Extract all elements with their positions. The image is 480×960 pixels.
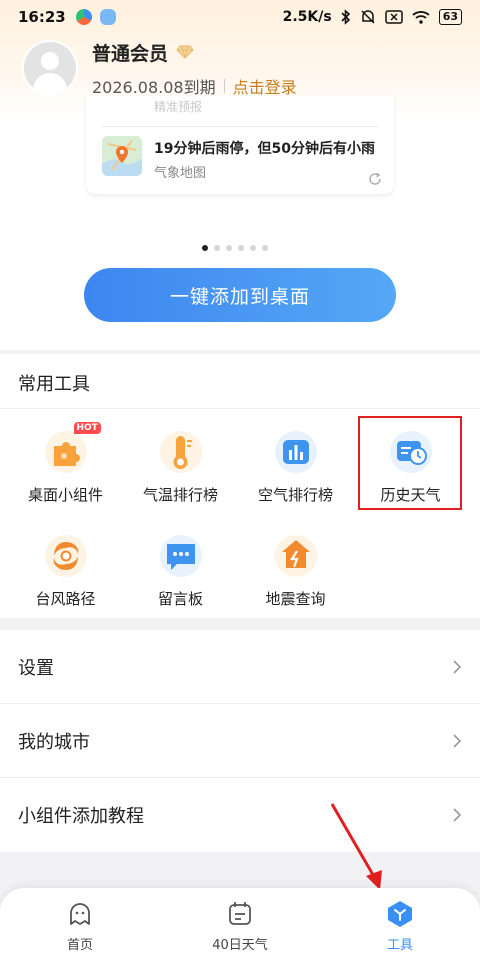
thermometer-icon (159, 431, 202, 473)
divider (223, 78, 225, 93)
bluetooth-icon (341, 9, 350, 25)
network-speed: 2.5K/s (282, 9, 332, 25)
chevron-right-icon (453, 808, 462, 822)
sim-disabled-icon (384, 10, 403, 24)
air-chart-icon (274, 431, 317, 473)
hot-badge: HOT (73, 422, 101, 434)
tool-label: 留言板 (157, 590, 203, 608)
member-expiry: 2026.08.08到期 (92, 77, 216, 97)
puzzle-icon (44, 431, 87, 473)
app-notification-icon (75, 9, 92, 25)
wifi-icon (412, 11, 430, 24)
widget-faded-title: 精准预报 (154, 100, 203, 114)
tool-label: 气温排行榜 (142, 486, 218, 504)
menu-item-my-cities[interactable]: 我的城市 (0, 704, 480, 778)
refresh-icon[interactable] (368, 172, 382, 186)
widget-title: 19分钟后雨停，但50分钟后有小雨 (154, 141, 375, 157)
status-right: 2.5K/s 63 (283, 9, 462, 25)
profile-header[interactable]: 普通会员 2026.08.08到期 点击登录 (22, 36, 462, 100)
settings-menu: 设置 我的城市 小组件添加教程 (0, 630, 480, 852)
annotation-highlight-box (358, 416, 462, 510)
typhoon-icon (44, 535, 87, 577)
battery-level: 63 (438, 9, 462, 25)
bottom-tab-bar: 首页 40日天气 工具 (0, 888, 480, 960)
member-expiry-row: 2026.08.08到期 点击登录 (92, 74, 297, 98)
profile-info: 普通会员 2026.08.08到期 点击登录 (92, 39, 297, 98)
add-to-desktop-button[interactable]: 一键添加到桌面 (84, 268, 396, 322)
calendar-icon (229, 902, 251, 925)
status-bar: 16:23 2.5K/s 63 (0, 0, 480, 34)
tab-label: 40日天气 (212, 938, 268, 953)
cloud-app-icon (99, 9, 116, 25)
status-time: 16:23 (18, 8, 66, 26)
section-title: 常用工具 (18, 374, 90, 395)
tool-earthquake-query[interactable]: 地震查询 (238, 534, 353, 624)
pager-dot (226, 245, 232, 251)
tool-air-ranking[interactable]: 空气排行榜 (238, 430, 353, 520)
tool-label: 台风路径 (35, 590, 96, 608)
widget-preview-card[interactable]: 精准预报 19分钟后雨停，但50分钟后有小雨 气象地图 (86, 96, 394, 194)
member-name-row: 普通会员 (92, 39, 297, 66)
member-name: 普通会员 (92, 42, 169, 65)
pager-dot (214, 245, 220, 251)
login-link[interactable]: 点击登录 (233, 74, 297, 98)
menu-item-settings[interactable]: 设置 (0, 630, 480, 704)
pager-dot (250, 245, 256, 251)
tool-label: 地震查询 (265, 590, 326, 608)
widget-subtitle: 气象地图 (154, 166, 207, 181)
tool-label: 桌面小组件 (27, 486, 103, 504)
pager-dot (202, 245, 208, 251)
divider (0, 408, 480, 409)
menu-item-widget-tutorial[interactable]: 小组件添加教程 (0, 778, 480, 852)
message-board-icon (159, 535, 202, 577)
pager-dot (238, 245, 244, 251)
pager-dot (262, 245, 268, 251)
chevron-right-icon (453, 733, 462, 748)
tool-message-board[interactable]: 留言板 (123, 534, 238, 624)
diamond-icon (176, 45, 194, 59)
tab-40-day-weather[interactable]: 40日天气 (160, 888, 320, 960)
tool-typhoon-path[interactable]: 台风路径 (8, 534, 123, 624)
earthquake-icon (274, 535, 317, 577)
avatar[interactable] (22, 40, 78, 96)
tool-label: 空气排行榜 (257, 486, 333, 504)
chevron-right-icon (453, 659, 462, 674)
tool-temperature-ranking[interactable]: 气温排行榜 (123, 430, 238, 520)
menu-item-label: 小组件添加教程 (18, 806, 144, 827)
tab-label: 工具 (386, 938, 413, 953)
tools-icon (388, 901, 412, 927)
tool-desktop-widget[interactable]: HOT 桌面小组件 (8, 422, 123, 520)
weather-map-icon (102, 136, 142, 176)
mute-bell-icon (361, 10, 375, 24)
home-ghost-icon (70, 903, 90, 925)
menu-item-label: 设置 (18, 657, 54, 679)
tab-label: 首页 (66, 938, 93, 953)
tab-home[interactable]: 首页 (0, 888, 160, 960)
pager-dots (202, 245, 268, 251)
annotation-arrow (330, 803, 382, 890)
divider (102, 126, 378, 127)
tab-tools[interactable]: 工具 (320, 888, 480, 960)
menu-item-label: 我的城市 (18, 731, 90, 753)
